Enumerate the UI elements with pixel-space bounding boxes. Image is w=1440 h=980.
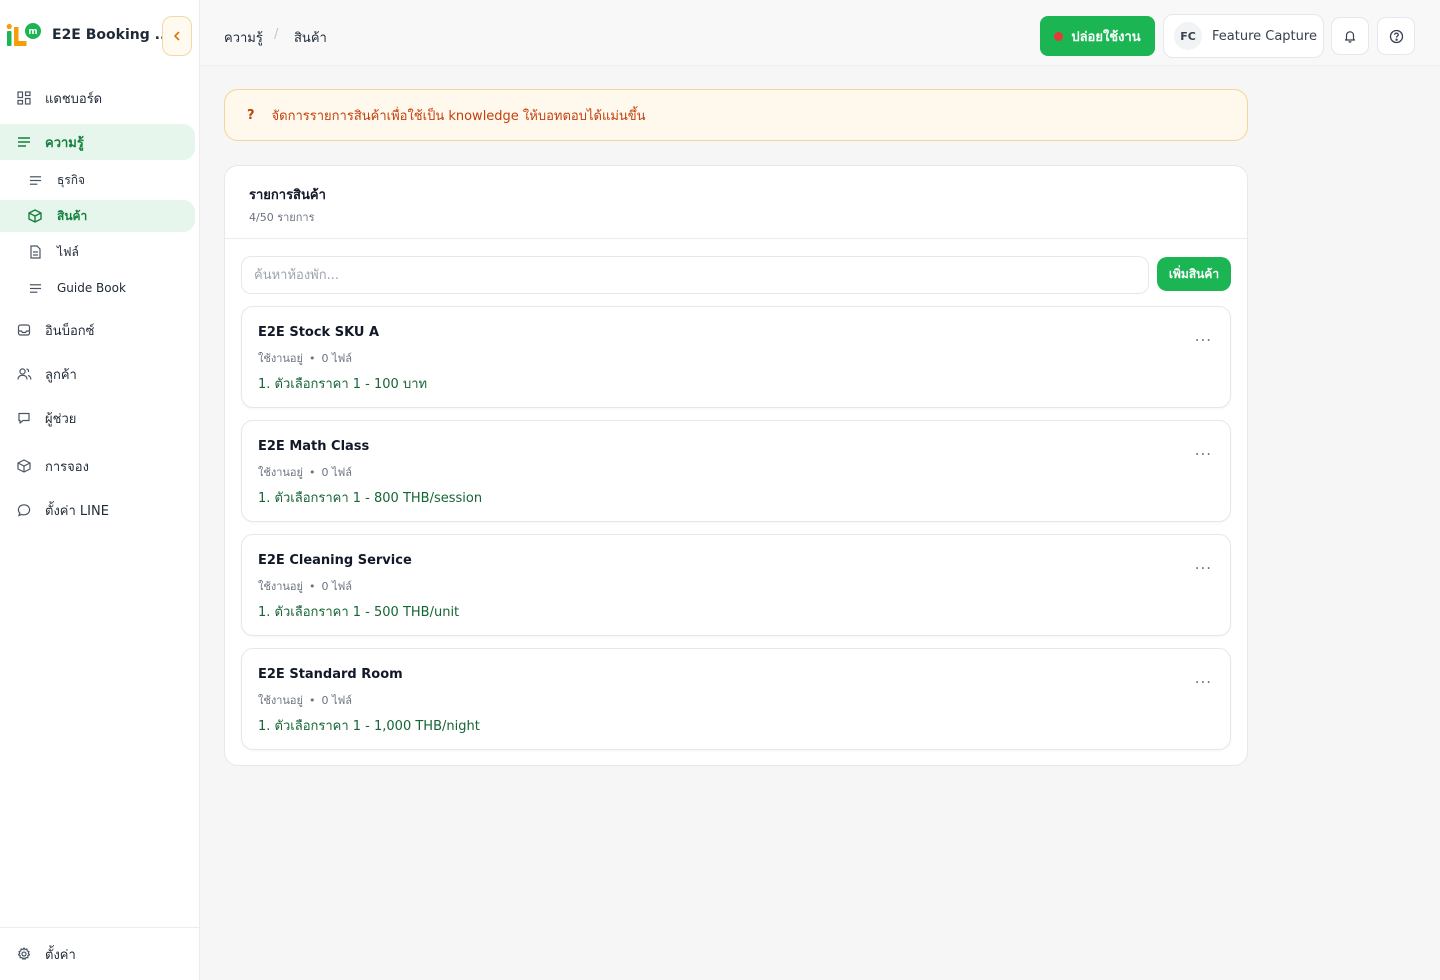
status-dot-icon <box>1054 31 1064 41</box>
product-card[interactable]: E2E Math Class ใช้งานอยู่ • 0 ไฟล์ 1. ตัวเ… <box>241 420 1231 522</box>
sidebar-item-settings[interactable]: ตั้งค่า <box>0 936 195 972</box>
question-mark-icon: ? <box>247 107 255 123</box>
deploy-label: ปล่อยใช้งาน <box>1071 29 1141 45</box>
product-status: ใช้งานอยู่ <box>258 466 303 479</box>
avatar: FC <box>1174 22 1202 50</box>
product-meta: ใช้งานอยู่ • 0 ไฟล์ <box>258 691 352 709</box>
user-name: Feature Capture <box>1212 28 1317 44</box>
sidebar-item-label: ผู้ช่วย <box>45 411 77 427</box>
breadcrumb-item-products: สินค้า <box>294 31 327 46</box>
product-files: 0 ไฟล์ <box>321 466 353 479</box>
product-price-option: 1. ตัวเลือกราคา 1 - 800 THB/session <box>258 491 483 506</box>
product-name: E2E Cleaning Service <box>258 553 412 568</box>
breadcrumb-separator: / <box>274 27 279 42</box>
product-status: ใช้งานอยู่ <box>258 694 303 707</box>
sidebar: m E2E Booking ... แดชบอร์ด ความรู้ ธุรกิ… <box>0 0 200 980</box>
product-card[interactable]: E2E Stock SKU A ใช้งานอยู่ • 0 ไฟล์ 1. ตัว… <box>241 306 1231 408</box>
sidebar-item-knowledge[interactable]: ความรู้ <box>0 124 195 160</box>
sidebar-subitem-label: ไฟล์ <box>57 244 79 259</box>
sidebar-subitem-label: สินค้า <box>57 208 88 223</box>
more-options-icon[interactable]: ... <box>1195 555 1212 573</box>
more-options-icon[interactable]: ... <box>1195 669 1212 687</box>
sidebar-item-assistant[interactable]: ผู้ช่วย <box>0 400 195 436</box>
more-options-icon[interactable]: ... <box>1195 327 1212 345</box>
product-price-option: 1. ตัวเลือกราคา 1 - 100 บาท <box>258 377 428 392</box>
product-files: 0 ไฟล์ <box>321 580 353 593</box>
deploy-button[interactable]: ปล่อยใช้งาน <box>1040 16 1155 56</box>
sidebar-subitem-guide-book[interactable]: Guide Book <box>0 272 195 304</box>
product-name: E2E Standard Room <box>258 667 403 682</box>
sidebar-item-bookings[interactable]: การจอง <box>0 448 195 484</box>
search-input[interactable] <box>241 256 1149 294</box>
meta-separator: • <box>308 694 316 707</box>
product-price-option: 1. ตัวเลือกราคา 1 - 1,000 THB/night <box>258 719 480 734</box>
product-status: ใช้งานอยู่ <box>258 580 303 593</box>
products-panel: รายการสินค้า 4/50 รายการ เพิ่มสินค้า E2E… <box>224 165 1248 766</box>
sidebar-item-line-settings[interactable]: ตั้งค่า LINE <box>0 492 195 528</box>
line-chat-icon <box>16 502 32 518</box>
panel-header: รายการสินค้า 4/50 รายการ <box>225 166 1247 239</box>
meta-separator: • <box>308 352 316 365</box>
add-product-button[interactable]: เพิ่มสินค้า <box>1157 257 1231 291</box>
file-icon <box>28 245 42 259</box>
product-meta: ใช้งานอยู่ • 0 ไฟล์ <box>258 577 352 595</box>
user-menu[interactable]: FC Feature Capture <box>1163 14 1324 58</box>
product-meta: ใช้งานอยู่ • 0 ไฟล์ <box>258 463 352 481</box>
list-lines-icon <box>28 281 42 295</box>
svg-text:m: m <box>28 27 37 37</box>
product-files: 0 ไฟล์ <box>321 694 353 707</box>
sidebar-item-label: การจอง <box>45 459 89 475</box>
list-lines-icon <box>16 134 32 150</box>
sidebar-item-label: แดชบอร์ด <box>45 91 103 107</box>
sidebar-item-label: อินบ็อกซ์ <box>45 323 95 339</box>
sidebar-item-label: ลูกค้า <box>45 367 77 383</box>
notice-text: จัดการรายการสินค้าเพื่อใช้เป็น knowledge… <box>271 108 646 124</box>
product-meta: ใช้งานอยู่ • 0 ไฟล์ <box>258 349 352 367</box>
app-logo: m <box>6 23 41 46</box>
topbar: ความรู้ / สินค้า ปล่อยใช้งาน FC Feature … <box>200 0 1440 66</box>
product-price-option: 1. ตัวเลือกราคา 1 - 500 THB/unit <box>258 605 460 620</box>
brand: m E2E Booking ... <box>0 14 200 58</box>
help-circle-icon <box>1389 29 1403 43</box>
product-files: 0 ไฟล์ <box>321 352 353 365</box>
sidebar-subitem-files[interactable]: ไฟล์ <box>0 236 195 268</box>
product-card[interactable]: E2E Standard Room ใช้งานอยู่ • 0 ไฟล์ 1. ต… <box>241 648 1231 750</box>
sidebar-subitem-business[interactable]: ธุรกิจ <box>0 164 195 196</box>
meta-separator: • <box>308 466 316 479</box>
product-card[interactable]: E2E Cleaning Service ใช้งานอยู่ • 0 ไฟล์ 1… <box>241 534 1231 636</box>
chat-bubble-icon <box>16 410 32 426</box>
breadcrumb-item-knowledge[interactable]: ความรู้ <box>224 27 263 48</box>
sidebar-item-label: ตั้งค่า LINE <box>45 503 109 519</box>
product-count: 4/50 รายการ <box>249 211 315 224</box>
sidebar-item-label: ตั้งค่า <box>45 947 76 963</box>
sidebar-subitem-label: ธุรกิจ <box>57 172 86 187</box>
users-icon <box>16 366 32 382</box>
sidebar-item-dashboard[interactable]: แดชบอร์ด <box>0 80 195 116</box>
dashboard-grid-icon <box>16 90 32 106</box>
sidebar-subitem-products[interactable]: สินค้า <box>0 200 195 232</box>
sidebar-subitem-label: Guide Book <box>57 281 126 295</box>
notifications-button[interactable] <box>1331 17 1369 55</box>
chevron-left-icon <box>174 31 180 41</box>
product-name: E2E Math Class <box>258 439 370 454</box>
list-lines-icon <box>28 173 42 187</box>
product-status: ใช้งานอยู่ <box>258 352 303 365</box>
sidebar-item-customers[interactable]: ลูกค้า <box>0 356 195 392</box>
sidebar-item-inbox[interactable]: อินบ็อกซ์ <box>0 312 195 348</box>
more-options-icon[interactable]: ... <box>1195 441 1212 459</box>
collapse-sidebar-button[interactable] <box>162 16 192 56</box>
panel-title: รายการสินค้า <box>249 188 326 203</box>
meta-separator: • <box>308 580 316 593</box>
sidebar-item-label: ความรู้ <box>45 135 84 151</box>
product-name: E2E Stock SKU A <box>258 325 380 340</box>
gear-icon <box>16 946 32 962</box>
info-notice: ? จัดการรายการสินค้าเพื่อใช้เป็น knowled… <box>224 89 1248 141</box>
box-icon <box>28 209 42 223</box>
help-button[interactable] <box>1377 17 1415 55</box>
inbox-icon <box>16 322 32 338</box>
box-icon <box>16 458 32 474</box>
bell-icon <box>1344 31 1356 43</box>
sidebar-footer: ตั้งค่า <box>0 927 200 980</box>
brand-name: E2E Booking ... <box>52 27 171 43</box>
